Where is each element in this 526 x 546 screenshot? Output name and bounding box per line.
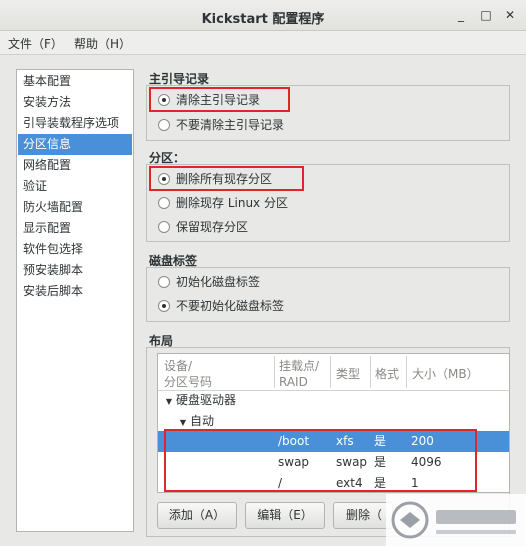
- partition-keep-radio[interactable]: 保留现存分区: [158, 218, 248, 236]
- title-bar: Kickstart 配置程序 _ □ ✕: [0, 0, 526, 31]
- watermark-icon: [391, 501, 516, 539]
- sidebar-item-partition[interactable]: 分区信息: [18, 134, 132, 155]
- highlight-box: [164, 429, 477, 492]
- sidebar: 基本配置 安装方法 引导装载程序选项 分区信息 网络配置 验证 防火墙配置 显示…: [16, 69, 134, 532]
- sidebar-item-pre-script[interactable]: 预安装脚本: [18, 260, 132, 281]
- radio-unchecked-icon: [158, 118, 170, 131]
- disklabel-init-radio[interactable]: 初始化磁盘标签: [158, 273, 260, 291]
- minimize-icon[interactable]: _: [454, 8, 468, 22]
- col-size[interactable]: 大小（MB）: [412, 366, 479, 382]
- sidebar-item-display[interactable]: 显示配置: [18, 218, 132, 239]
- delete-button[interactable]: 删除（: [333, 502, 393, 529]
- edit-button[interactable]: 编辑（E）: [245, 502, 325, 529]
- sidebar-item-packages[interactable]: 软件包选择: [18, 239, 132, 260]
- highlight-box: [149, 87, 290, 112]
- radio-checked-icon: [158, 299, 170, 312]
- menu-file[interactable]: 文件（F）: [8, 35, 63, 52]
- menu-help[interactable]: 帮助（H）: [74, 35, 131, 52]
- column-divider: [330, 356, 331, 388]
- sidebar-item-basic[interactable]: 基本配置: [18, 71, 132, 92]
- menu-bar: 文件（F） 帮助（H）: [0, 31, 526, 55]
- column-divider: [274, 356, 275, 388]
- radio-unchecked-icon: [158, 275, 170, 288]
- radio-unchecked-icon: [158, 196, 170, 209]
- disklabel-init-label: 初始化磁盘标签: [176, 275, 261, 289]
- maximize-icon[interactable]: □: [479, 8, 493, 22]
- radio-unchecked-icon: [158, 220, 170, 233]
- column-divider: [406, 356, 407, 388]
- column-divider: [370, 356, 371, 388]
- highlight-box: [149, 166, 304, 191]
- window-title: Kickstart 配置程序: [201, 12, 325, 27]
- partition-keep-label: 保留现存分区: [176, 220, 249, 234]
- tree-label-disk: 硬盘驱动器: [176, 393, 237, 407]
- sidebar-item-network[interactable]: 网络配置: [18, 155, 132, 176]
- expander-down-icon[interactable]: ▼: [162, 393, 176, 411]
- col-device[interactable]: 设备/ 分区号码: [164, 358, 212, 390]
- sidebar-item-auth[interactable]: 验证: [18, 176, 132, 197]
- watermark-logo: [386, 494, 526, 546]
- mbr-keep-radio[interactable]: 不要清除主引导记录: [158, 116, 284, 134]
- disklabel-noinit-radio[interactable]: 不要初始化磁盘标签: [158, 297, 284, 315]
- add-button[interactable]: 添加（A）: [157, 502, 237, 529]
- sidebar-item-bootloader[interactable]: 引导装载程序选项: [18, 113, 132, 134]
- col-mount[interactable]: 挂载点/ RAID: [279, 358, 319, 390]
- tree-label-auto: 自动: [190, 414, 215, 428]
- col-format[interactable]: 格式: [375, 366, 399, 382]
- col-type[interactable]: 类型: [336, 366, 360, 382]
- close-icon[interactable]: ✕: [503, 8, 517, 22]
- mbr-keep-label: 不要清除主引导记录: [176, 118, 285, 132]
- disklabel-noinit-label: 不要初始化磁盘标签: [176, 299, 285, 313]
- sidebar-item-firewall[interactable]: 防火墙配置: [18, 197, 132, 218]
- partition-delete-linux-label: 删除现存 Linux 分区: [176, 196, 288, 210]
- sidebar-item-install-method[interactable]: 安装方法: [18, 92, 132, 113]
- sidebar-item-post-script[interactable]: 安装后脚本: [18, 281, 132, 302]
- partition-delete-linux-radio[interactable]: 删除现存 Linux 分区: [158, 194, 288, 212]
- tree-node-disk[interactable]: ▼ 硬盘驱动器: [162, 391, 236, 411]
